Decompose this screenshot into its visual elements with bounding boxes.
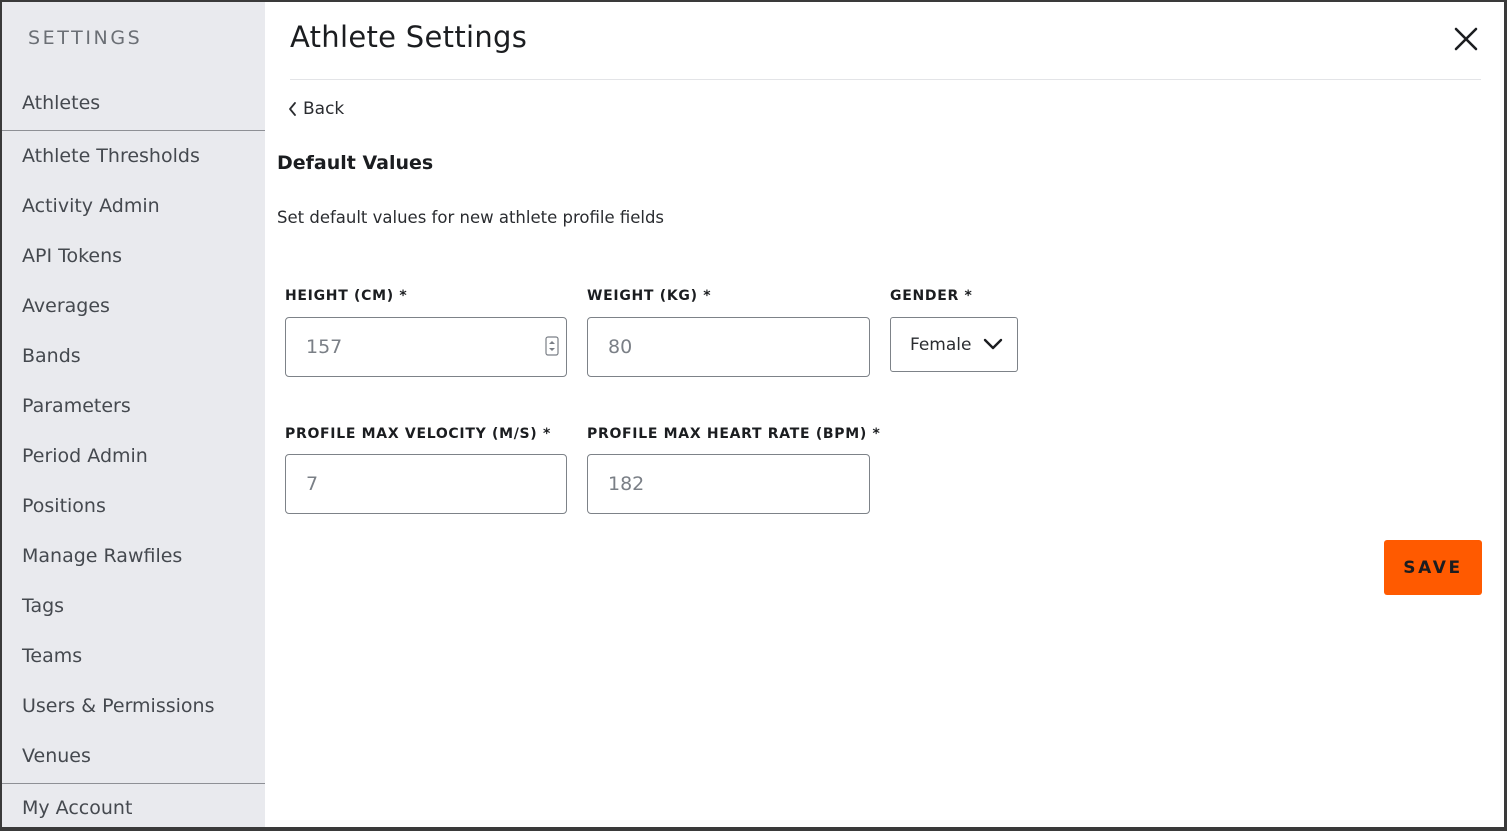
page-title: Athlete Settings — [290, 20, 528, 54]
gender-select[interactable]: Female — [890, 317, 1018, 372]
back-label: Back — [303, 99, 345, 119]
gender-label: GENDER * — [890, 288, 973, 304]
title-divider — [290, 79, 1481, 80]
gender-selected-value: Female — [910, 334, 972, 355]
settings-main: Athlete Settings Back Default Values Set… — [265, 2, 1504, 827]
weight-label: WEIGHT (KG) * — [587, 288, 712, 304]
sidebar-item-my-account[interactable]: My Account — [22, 797, 132, 819]
weight-input[interactable] — [587, 317, 870, 377]
height-field — [285, 317, 567, 377]
settings-sidebar: SETTINGS Athletes Athlete Thresholds Act… — [2, 2, 265, 827]
settings-modal: SETTINGS Athletes Athlete Thresholds Act… — [2, 2, 1504, 827]
sidebar-item-teams[interactable]: Teams — [22, 645, 82, 667]
height-input[interactable] — [285, 317, 567, 377]
sidebar-heading: SETTINGS — [28, 27, 143, 49]
sidebar-item-manage-rawfiles[interactable]: Manage Rawfiles — [22, 545, 182, 567]
section-description: Set default values for new athlete profi… — [277, 208, 665, 227]
stepper-icon[interactable] — [545, 336, 559, 356]
section-title: Default Values — [277, 152, 434, 174]
sidebar-item-bands[interactable]: Bands — [22, 345, 81, 367]
max-velocity-label: PROFILE MAX VELOCITY (M/S) * — [285, 426, 551, 442]
close-icon[interactable] — [1451, 24, 1481, 54]
max-heart-rate-label: PROFILE MAX HEART RATE (BPM) * — [587, 426, 881, 442]
sidebar-item-activity-admin[interactable]: Activity Admin — [22, 195, 160, 217]
sidebar-item-athlete-thresholds[interactable]: Athlete Thresholds — [22, 145, 200, 167]
height-label: HEIGHT (CM) * — [285, 288, 408, 304]
sidebar-item-period-admin[interactable]: Period Admin — [22, 445, 148, 467]
back-link[interactable]: Back — [287, 99, 344, 119]
sidebar-divider — [2, 783, 265, 784]
chevron-down-icon — [983, 338, 1003, 350]
sidebar-item-venues[interactable]: Venues — [22, 745, 91, 767]
sidebar-item-positions[interactable]: Positions — [22, 495, 106, 517]
max-heart-rate-input[interactable] — [587, 454, 870, 514]
sidebar-item-averages[interactable]: Averages — [22, 295, 110, 317]
save-button[interactable]: SAVE — [1384, 540, 1482, 595]
sidebar-item-users-permissions[interactable]: Users & Permissions — [22, 695, 214, 717]
max-velocity-input[interactable] — [285, 454, 567, 514]
sidebar-item-parameters[interactable]: Parameters — [22, 395, 131, 417]
sidebar-item-api-tokens[interactable]: API Tokens — [22, 245, 122, 267]
sidebar-item-athletes[interactable]: Athletes — [22, 92, 100, 114]
sidebar-item-tags[interactable]: Tags — [22, 595, 64, 617]
chevron-left-icon — [289, 102, 296, 116]
sidebar-divider — [2, 130, 265, 131]
